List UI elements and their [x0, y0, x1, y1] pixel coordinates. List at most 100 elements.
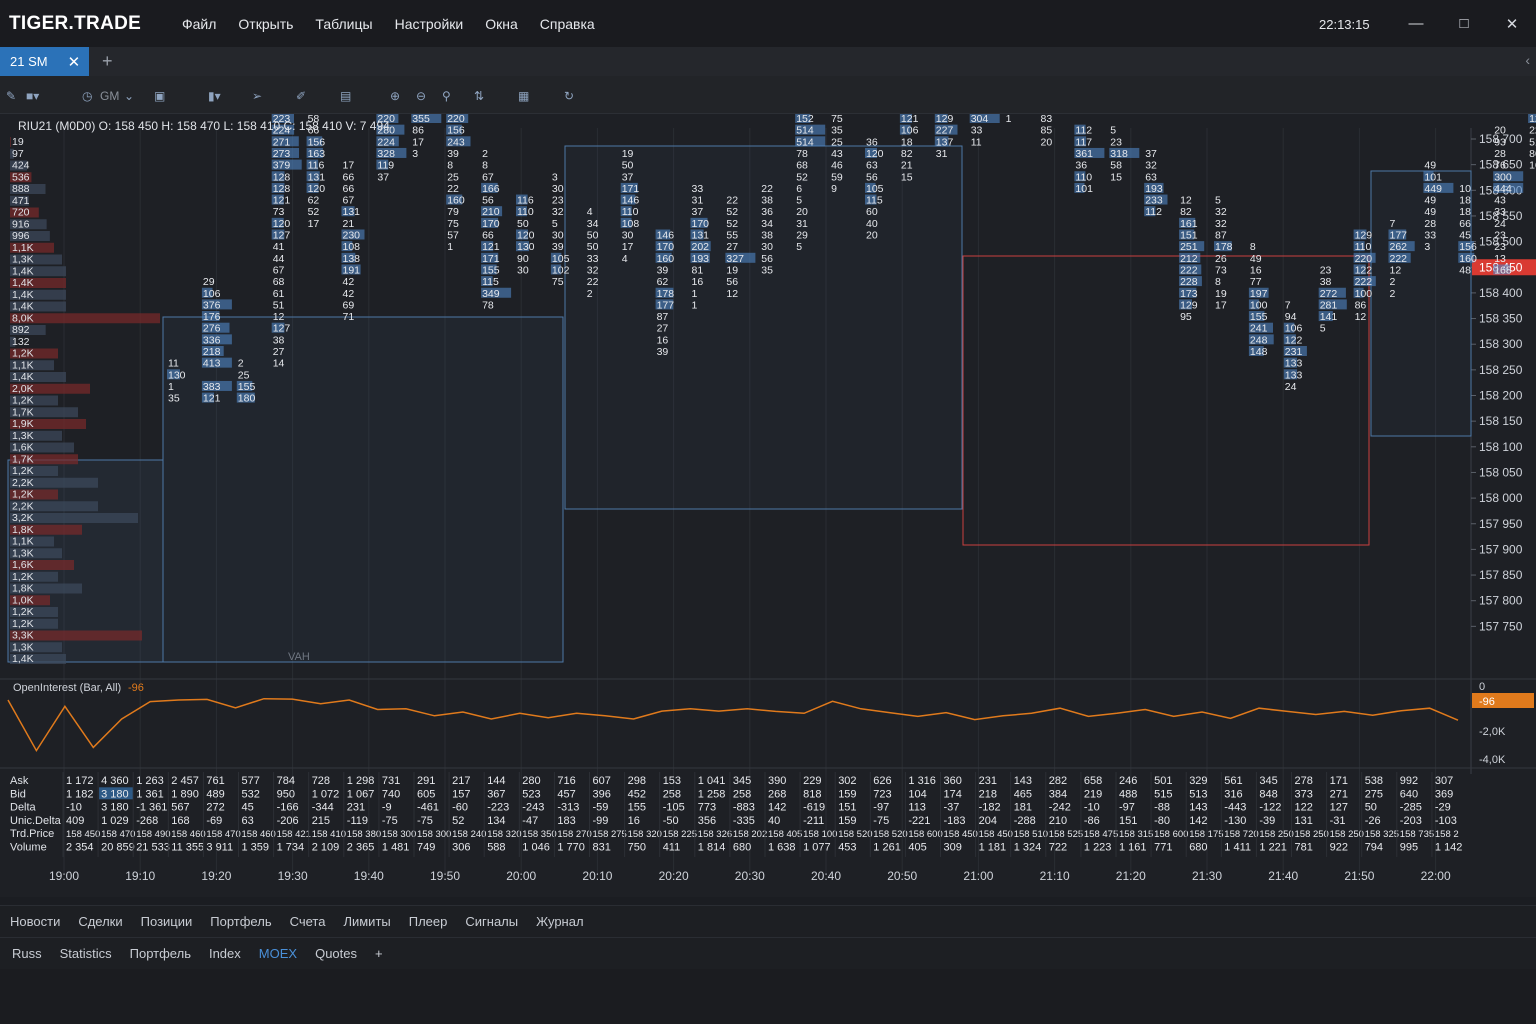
- table-cell: 181: [1014, 802, 1032, 814]
- table-cell: 771: [1154, 842, 1172, 854]
- cluster-value: 191: [343, 264, 361, 276]
- cluster-value: 131: [692, 230, 710, 242]
- table-cell: 2 354: [66, 842, 94, 854]
- chart-toolbar: ✎ ■▾ ◷ GM ⌄ ▣ ▮▾ ➢ ✐ ▤ ⊕ ⊖ ⚲ ⇅ ▦ ↻: [0, 76, 1536, 114]
- bars-icon[interactable]: ▮▾: [208, 89, 221, 103]
- cluster-value: 318: [1110, 148, 1128, 160]
- refresh-icon[interactable]: ↻: [564, 89, 574, 103]
- cluster-value: 248: [1250, 334, 1268, 346]
- close-tab-icon[interactable]: ✕: [68, 53, 81, 71]
- table-cell: 723: [873, 788, 891, 800]
- cluster-value: 231: [1285, 346, 1303, 358]
- chart-type-icon[interactable]: ▣: [154, 89, 165, 103]
- cluster-value: 30: [552, 183, 564, 195]
- panel-news[interactable]: Новости: [10, 914, 60, 929]
- chevron-down-icon[interactable]: ⌄: [124, 89, 134, 103]
- cluster-value: 14: [273, 358, 285, 370]
- menu-windows[interactable]: Окна: [485, 16, 518, 32]
- cluster-value: 39: [657, 264, 669, 276]
- table-cell: 158 275: [593, 829, 627, 840]
- panel-trades[interactable]: Сделки: [78, 914, 122, 929]
- panel-journal[interactable]: Журнал: [536, 914, 583, 929]
- add-tab-button[interactable]: +: [102, 51, 113, 72]
- minimize-button[interactable]: —: [1392, 0, 1440, 47]
- zoom-in-icon[interactable]: ⊕: [390, 89, 400, 103]
- cluster-value: 33: [692, 183, 704, 195]
- profile-label: 1,8K: [12, 524, 34, 536]
- workspace-statistics[interactable]: Statistics: [60, 946, 112, 961]
- sort-icon[interactable]: ⇅: [474, 89, 484, 103]
- panel-portfolio[interactable]: Портфель: [210, 914, 271, 929]
- table-cell: 158 315: [1119, 829, 1153, 840]
- workspace-tabs: Russ Statistics Портфель Index MOEX Quot…: [0, 937, 1536, 969]
- cluster-value: 36: [866, 136, 878, 148]
- chevron-left-icon[interactable]: ‹: [1525, 52, 1530, 68]
- panel-player[interactable]: Плеер: [409, 914, 448, 929]
- panel-limits[interactable]: Лимиты: [343, 914, 390, 929]
- brush-icon[interactable]: ✐: [296, 89, 306, 103]
- cluster-value: 20: [1041, 136, 1053, 148]
- cluster-value: 75: [552, 276, 564, 288]
- cluster-value: 146: [622, 195, 640, 207]
- table-cell: 831: [593, 842, 611, 854]
- cluster-value: 514: [796, 136, 814, 148]
- cursor-icon[interactable]: ➢: [252, 89, 262, 103]
- table-cell: 577: [242, 775, 260, 787]
- clock-icon[interactable]: ◷: [82, 89, 92, 103]
- table-cell: 158 300: [382, 829, 416, 840]
- price-tick-label: 157 800: [1479, 594, 1523, 608]
- cluster-value: 22: [587, 276, 599, 288]
- pencil-icon[interactable]: ✎: [6, 89, 16, 103]
- table-cell: 219: [1084, 788, 1102, 800]
- cluster-value: 39: [447, 148, 459, 160]
- cluster-value: 8: [447, 160, 453, 172]
- panel-signals[interactable]: Сигналы: [465, 914, 518, 929]
- menu-tables[interactable]: Таблицы: [315, 16, 372, 32]
- cluster-value: 6: [796, 183, 802, 195]
- workspace-portfolio[interactable]: Портфель: [130, 946, 191, 961]
- table-cell: 626: [873, 775, 891, 787]
- search-icon[interactable]: ⚲: [442, 89, 451, 103]
- timeframe-select[interactable]: GM: [100, 89, 119, 103]
- workspace-moex[interactable]: MOEX: [259, 946, 297, 961]
- menu-settings[interactable]: Настройки: [395, 16, 464, 32]
- table-cell: 1 161: [1119, 842, 1147, 854]
- menu-help[interactable]: Справка: [540, 16, 595, 32]
- table-cell: 373: [1295, 788, 1313, 800]
- panel-positions[interactable]: Позиции: [141, 914, 193, 929]
- workspace-russ[interactable]: Russ: [12, 946, 42, 961]
- zoom-out-icon[interactable]: ⊖: [416, 89, 426, 103]
- profile-label: 1,6K: [12, 442, 34, 454]
- cluster-value: 121: [482, 241, 500, 253]
- table-cell: 171: [1330, 775, 1348, 787]
- table-cell: 1 734: [277, 842, 305, 854]
- table-cell: 158 240: [452, 829, 486, 840]
- menu-open[interactable]: Открыть: [238, 16, 293, 32]
- table-cell: 151: [838, 802, 856, 814]
- table-cell: 567: [171, 802, 189, 814]
- table-cell: 452: [628, 788, 646, 800]
- cluster-value: 83: [1041, 114, 1053, 125]
- cluster-value: 170: [692, 218, 710, 230]
- table-cell: 104: [908, 788, 926, 800]
- profile-label: 1,3K: [12, 641, 34, 653]
- cluster-value: 81: [692, 264, 704, 276]
- panel-accounts[interactable]: Счета: [290, 914, 326, 929]
- cluster-value: 11: [168, 358, 179, 370]
- close-window-button[interactable]: ✕: [1488, 0, 1536, 47]
- table-cell: -75: [382, 815, 398, 827]
- workspace-index[interactable]: Index: [209, 946, 241, 961]
- chart-area[interactable]: 158 700158 650158 600158 550158 500158 4…: [0, 0, 1536, 897]
- cluster-value: 336: [203, 334, 221, 346]
- add-workspace-button[interactable]: +: [375, 946, 383, 961]
- workspace-quotes[interactable]: Quotes: [315, 946, 357, 961]
- maximize-button[interactable]: □: [1440, 0, 1488, 47]
- menu-file[interactable]: Файл: [182, 16, 216, 32]
- cluster-value: 55: [726, 230, 738, 242]
- layout-icon[interactable]: ■▾: [26, 89, 39, 103]
- indicators-icon[interactable]: ▤: [340, 89, 351, 103]
- cluster-value: 156: [1459, 241, 1477, 253]
- tab-21sm[interactable]: 21 SM ✕: [0, 47, 89, 76]
- calendar-icon[interactable]: ▦: [518, 89, 529, 103]
- cluster-value: 170: [482, 218, 500, 230]
